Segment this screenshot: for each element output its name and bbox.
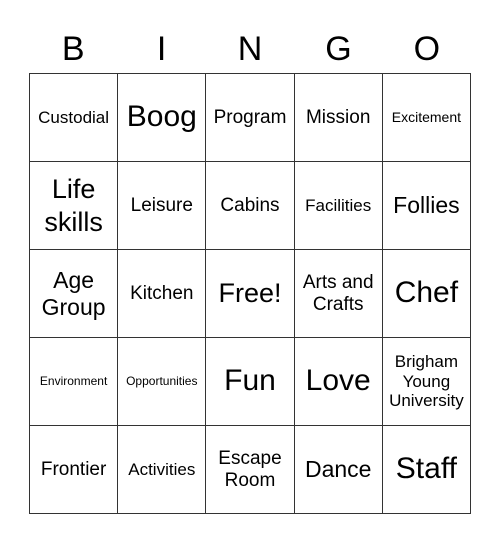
bingo-cell[interactable]: Frontier — [30, 426, 119, 514]
bingo-cell[interactable]: Dance — [294, 426, 383, 514]
bingo-cell[interactable]: Opportunities — [118, 338, 207, 426]
bingo-cell[interactable]: Activities — [118, 426, 207, 514]
header-letter-i: I — [156, 30, 167, 68]
header-letter-g: G — [325, 30, 352, 68]
bingo-cell[interactable]: Kitchen — [118, 250, 207, 338]
bingo-cell[interactable]: Escape Room — [206, 426, 295, 514]
bingo-cell[interactable]: Mission — [294, 74, 383, 162]
free-space-cell[interactable]: Free! — [206, 250, 295, 338]
bingo-cell[interactable]: Environment — [30, 338, 119, 426]
bingo-cell[interactable]: Brigham Young University — [382, 338, 471, 426]
bingo-cell[interactable]: Excitement — [382, 74, 471, 162]
bingo-cell[interactable]: Cabins — [206, 162, 295, 250]
bingo-cell[interactable]: Fun — [206, 338, 295, 426]
bingo-cell[interactable]: Chef — [382, 250, 471, 338]
bingo-cell[interactable]: Age Group — [30, 250, 119, 338]
bingo-cell[interactable]: Facilities — [294, 162, 383, 250]
bingo-cell[interactable]: Custodial — [30, 74, 119, 162]
header-letter-n: N — [237, 30, 263, 68]
bingo-cell[interactable]: Love — [294, 338, 383, 426]
header-letter-o: O — [413, 30, 441, 68]
bingo-cell[interactable]: Boog — [118, 74, 207, 162]
bingo-cell[interactable]: Staff — [382, 426, 471, 514]
bingo-cell[interactable]: Program — [206, 74, 295, 162]
bingo-cell[interactable]: Leisure — [118, 162, 207, 250]
header-letter-b: B — [61, 30, 85, 68]
bingo-cell[interactable]: Life skills — [30, 162, 119, 250]
bingo-cell[interactable]: Arts and Crafts — [294, 250, 383, 338]
bingo-cell[interactable]: Follies — [382, 162, 471, 250]
bingo-header: B I N G O — [29, 26, 471, 72]
bingo-board: Custodial Boog Program Mission Excitemen… — [29, 73, 471, 514]
